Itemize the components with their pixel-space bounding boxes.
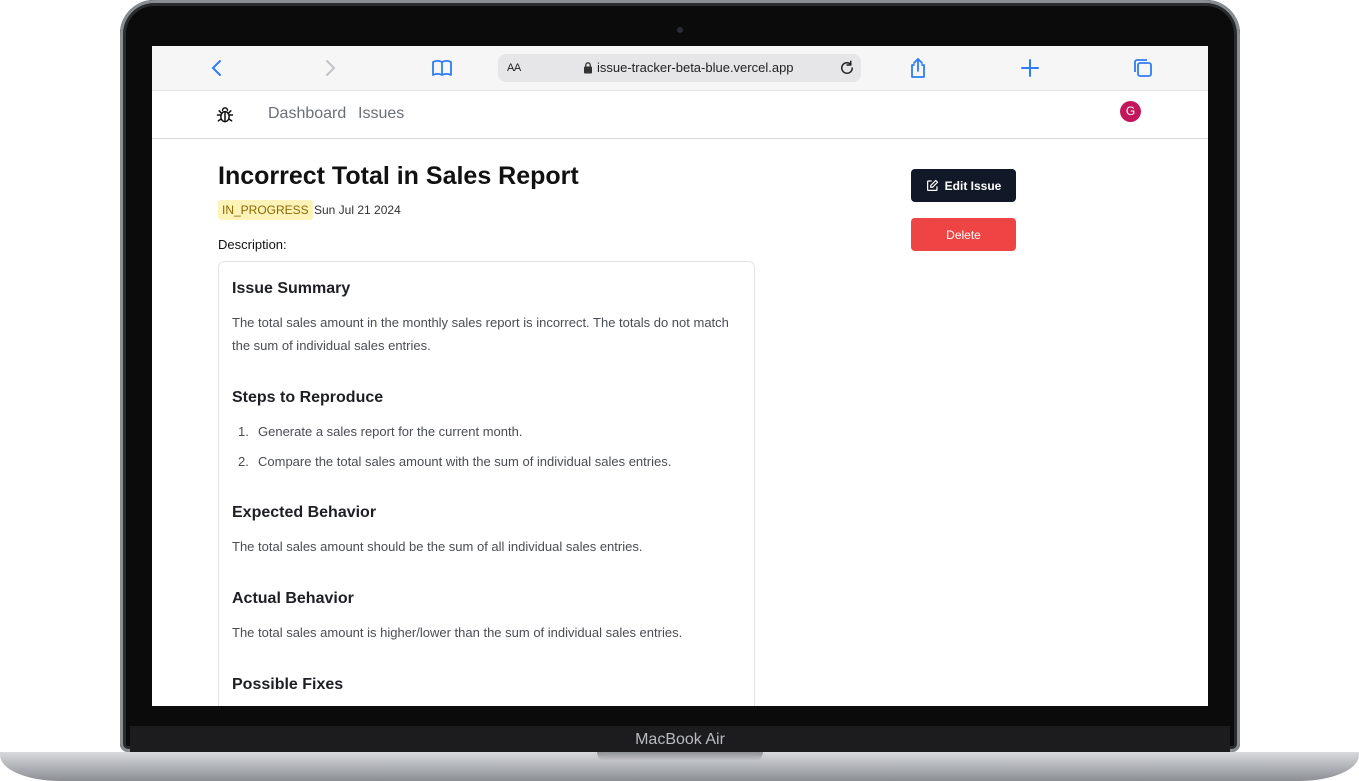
list-item: 2. Compare the total sales amount with th…: [238, 454, 671, 469]
issue-date: Sun Jul 21 2024: [314, 203, 401, 217]
delete-button[interactable]: Delete: [911, 218, 1016, 251]
screen: AA issue-tracker-beta-blue.vercel.app Da…: [152, 46, 1208, 706]
tabs-icon[interactable]: [1131, 56, 1155, 80]
app-navbar: Dashboard Issues G: [152, 91, 1208, 139]
expected-text: The total sales amount should be the sum…: [232, 539, 643, 554]
edit-icon: [926, 179, 938, 191]
lock-icon: [584, 62, 592, 74]
page-title: Incorrect Total in Sales Report: [218, 162, 579, 190]
browser-toolbar: AA issue-tracker-beta-blue.vercel.app: [152, 46, 1208, 91]
forward-icon[interactable]: [318, 56, 342, 80]
reload-icon[interactable]: [838, 59, 856, 77]
camera-icon: [677, 27, 683, 33]
actual-heading: Actual Behavior: [232, 590, 354, 607]
list-item-text: Compare the total sales amount with the …: [258, 454, 672, 469]
summary-text: The total sales amount in the monthly sa…: [232, 315, 729, 353]
edit-issue-label: Edit Issue: [944, 178, 1002, 193]
list-item-number: 1.: [238, 424, 249, 439]
description-label: Description:: [218, 237, 287, 252]
status-badge: IN_PROGRESS: [218, 200, 313, 220]
fixes-heading: Possible Fixes: [232, 676, 344, 693]
nav-issues-link[interactable]: Issues: [358, 105, 404, 123]
device-label: MacBook Air: [130, 726, 1230, 752]
laptop-notch: [597, 752, 763, 761]
address-bar[interactable]: AA issue-tracker-beta-blue.vercel.app: [498, 54, 861, 82]
summary-heading: Issue Summary: [232, 280, 351, 297]
bookmarks-icon[interactable]: [430, 56, 454, 80]
nav-dashboard-link[interactable]: Dashboard: [268, 105, 346, 123]
url-text: issue-tracker-beta-blue.vercel.app: [597, 60, 794, 75]
avatar[interactable]: G: [1120, 101, 1141, 122]
expected-heading: Expected Behavior: [232, 504, 377, 521]
text-size-button[interactable]: AA: [507, 62, 521, 74]
share-icon[interactable]: [906, 56, 930, 80]
bug-icon[interactable]: [215, 105, 235, 125]
list-item: 1. Generate a sales report for the curren…: [238, 424, 522, 439]
list-item-number: 2.: [238, 454, 249, 469]
back-icon[interactable]: [205, 56, 229, 80]
actual-text: The total sales amount is higher/lower t…: [232, 625, 683, 640]
new-tab-icon[interactable]: [1018, 56, 1042, 80]
edit-issue-button[interactable]: Edit Issue: [911, 169, 1016, 202]
steps-heading: Steps to Reproduce: [232, 389, 384, 406]
description-box: Issue Summary The total sales amount in …: [218, 261, 755, 706]
list-item-text: Generate a sales report for the current …: [258, 424, 523, 439]
